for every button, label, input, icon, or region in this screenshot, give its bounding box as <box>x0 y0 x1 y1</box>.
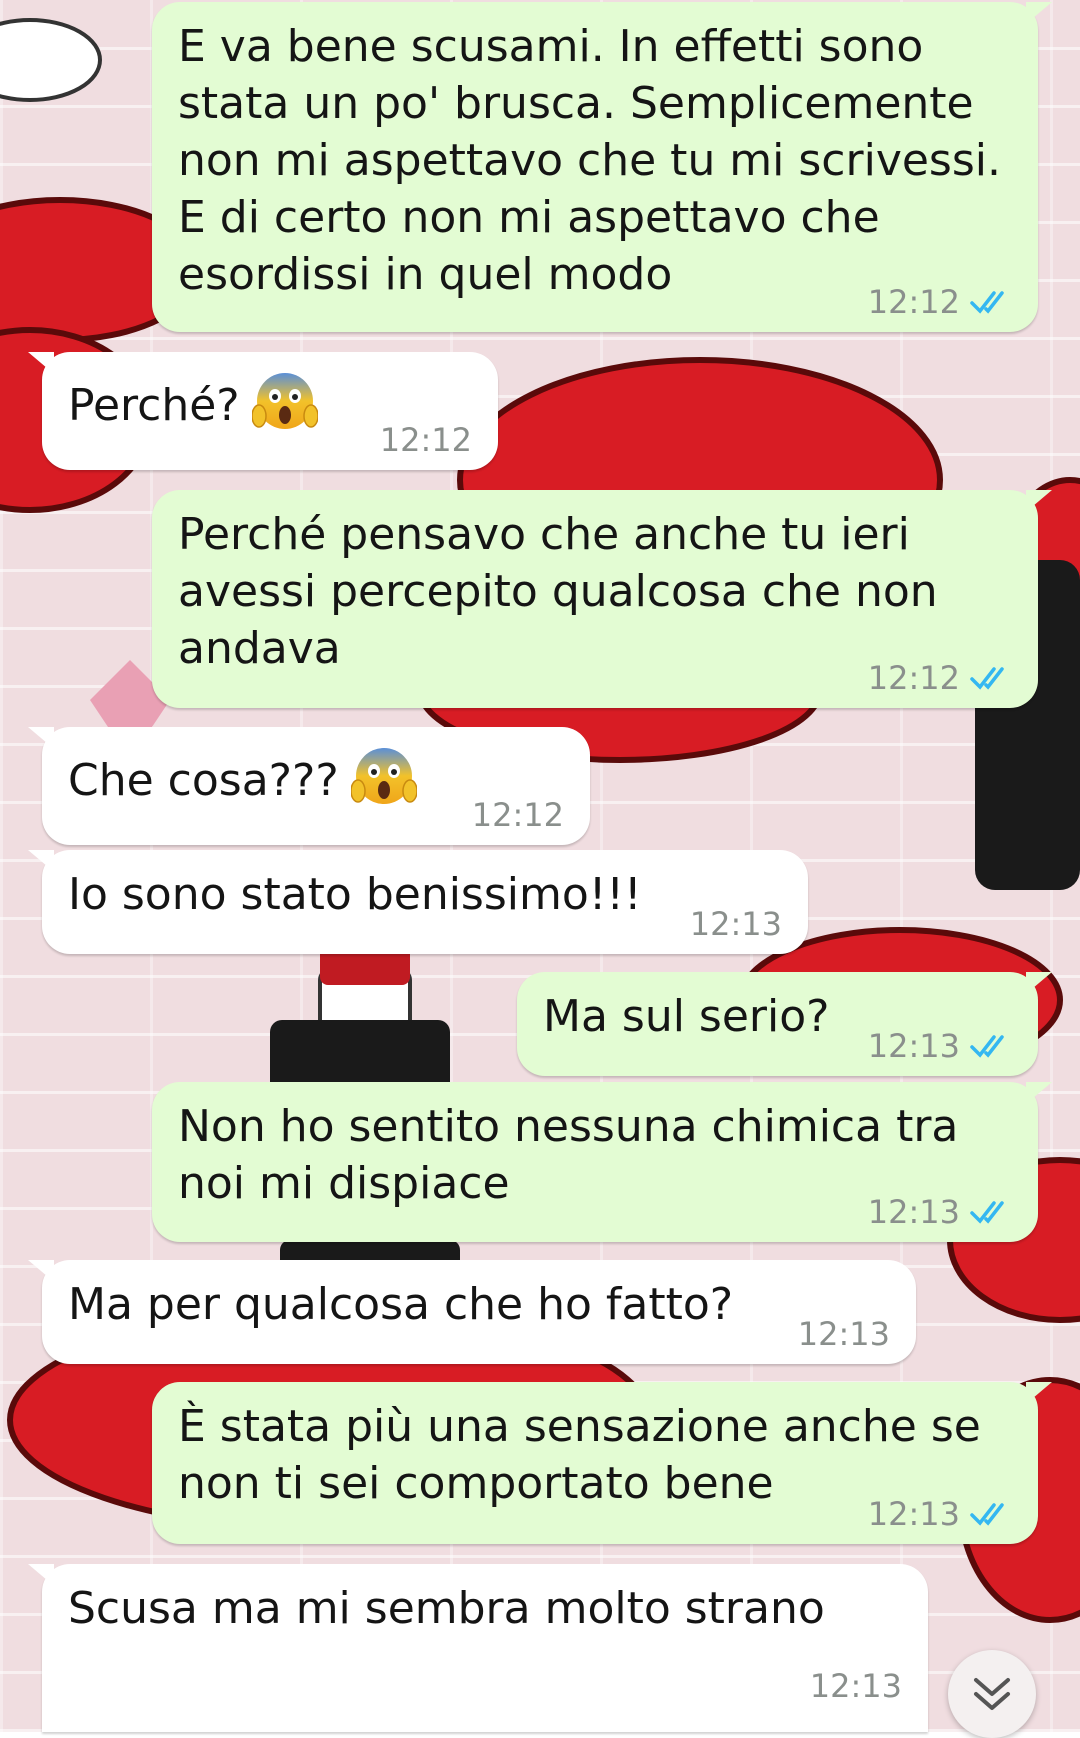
message-text: Ma per qualcosa che ho fatto? <box>68 1279 734 1330</box>
face-screaming-in-fear-emoji <box>350 748 417 804</box>
message-text: Io sono stato benissimo!!! <box>68 869 642 920</box>
message-meta: 12:13 <box>868 1030 1014 1062</box>
message-meta: 12:12 <box>868 662 1014 694</box>
message-meta: 12:13 <box>868 1498 1014 1530</box>
double-check-icon <box>970 291 1004 314</box>
message-meta: 12:13 <box>868 1196 1014 1228</box>
message-meta: 12:13 <box>810 1670 902 1702</box>
message-meta: 12:13 <box>798 1318 890 1350</box>
message-time: 12:12 <box>867 283 960 321</box>
double-check-icon <box>970 1201 1004 1224</box>
message-bubble-outgoing[interactable]: Non ho sentito nessuna chimica tra noi m… <box>152 1082 1052 1242</box>
message-bubble-incoming[interactable]: Scusa ma mi sembra molto strano 12:13 <box>28 1564 928 1732</box>
message-time: 12:12 <box>471 796 564 834</box>
message-time: 12:13 <box>867 1027 960 1065</box>
double-check-icon <box>970 1035 1004 1058</box>
message-text: Perché? <box>68 380 240 431</box>
message-meta: 12:13 <box>690 908 782 940</box>
message-time: 12:12 <box>379 421 472 459</box>
double-check-icon <box>970 1503 1004 1526</box>
message-bubble-incoming[interactable]: Io sono stato benissimo!!! 12:13 <box>28 850 808 954</box>
message-time: 12:13 <box>867 1495 960 1533</box>
scroll-to-bottom-button[interactable] <box>948 1650 1036 1738</box>
message-meta: 12:12 <box>868 286 1014 318</box>
message-bubble-outgoing[interactable]: Ma sul serio? 12:13 <box>517 972 1052 1076</box>
double-check-icon <box>970 667 1004 690</box>
message-time: 12:13 <box>867 1193 960 1231</box>
message-text: Scusa ma mi sembra molto strano <box>68 1583 825 1634</box>
message-bubble-outgoing[interactable]: È stata più una sensazione anche se non … <box>152 1382 1052 1544</box>
message-time: 12:13 <box>689 905 782 943</box>
face-screaming-in-fear-emoji <box>251 373 318 429</box>
message-time: 12:12 <box>867 659 960 697</box>
message-time: 12:13 <box>809 1667 902 1705</box>
message-bubble-incoming[interactable]: Ma per qualcosa che ho fatto? 12:13 <box>28 1260 916 1364</box>
message-bubble-incoming[interactable]: Perché? 12:12 <box>28 352 498 470</box>
message-meta: 12:12 <box>472 799 564 831</box>
message-text: E va bene scusami. In effetti sono stata… <box>178 21 1001 300</box>
message-bubble-incoming[interactable]: Che cosa??? 12:12 <box>28 727 590 845</box>
message-text: Che cosa??? <box>68 755 339 806</box>
message-time: 12:13 <box>797 1315 890 1353</box>
message-meta: 12:12 <box>380 424 472 456</box>
message-text: Perché pensavo che anche tu ieri avessi … <box>178 509 938 674</box>
double-chevron-down-icon <box>974 1678 1010 1710</box>
message-bubble-outgoing[interactable]: Perché pensavo che anche tu ieri avessi … <box>152 490 1052 708</box>
message-bubble-outgoing[interactable]: E va bene scusami. In effetti sono stata… <box>152 2 1052 332</box>
